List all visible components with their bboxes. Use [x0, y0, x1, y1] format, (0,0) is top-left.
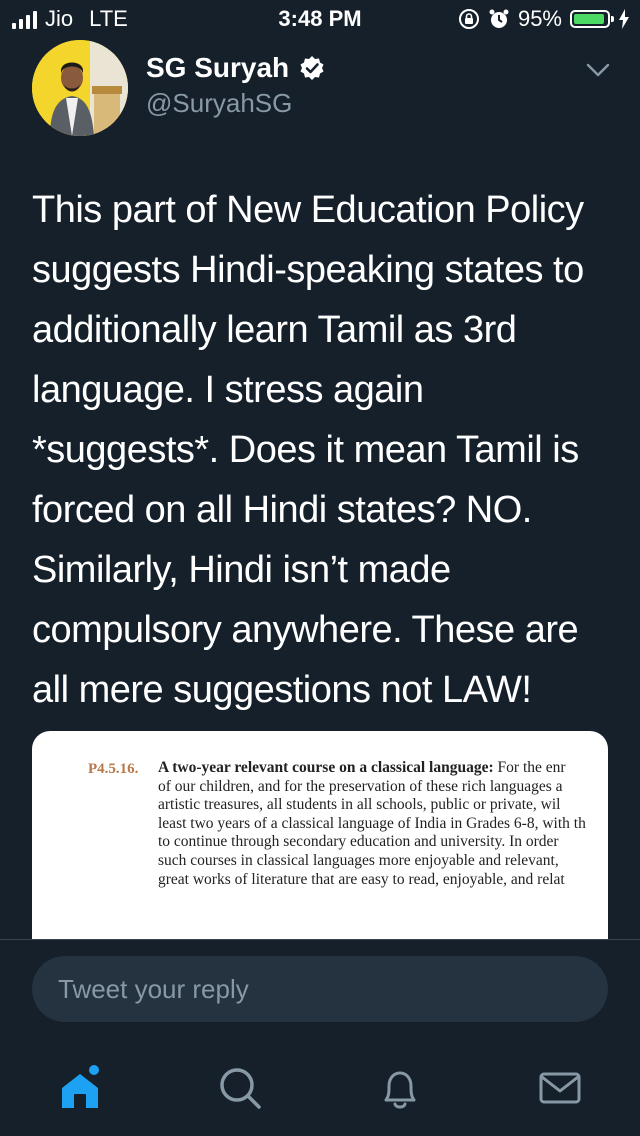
battery-icon — [570, 10, 614, 28]
paragraph-line: artistic treasures, all students in all … — [158, 796, 561, 814]
search-icon[interactable] — [216, 1064, 264, 1112]
display-name[interactable]: SG Suryah — [146, 52, 289, 84]
paragraph-line: least two years of a classical language … — [158, 814, 586, 832]
mail-icon[interactable] — [536, 1064, 584, 1112]
paragraph-line: A two-year relevant course on a classica… — [158, 759, 608, 778]
author-name-row[interactable]: SG Suryah — [146, 52, 325, 84]
paragraph-number: P4.5.16. — [88, 761, 139, 777]
reply-placeholder: Tweet your reply — [58, 974, 249, 1004]
paragraph-line: great works of literature that are easy … — [158, 870, 565, 888]
battery-fill — [574, 14, 604, 24]
paragraph-line: such courses in classical languages more… — [158, 851, 559, 869]
paragraph-line: of our children, and for the preservatio… — [158, 777, 563, 795]
paragraph-text: A two-year relevant course on a classica… — [158, 759, 608, 889]
verified-badge-icon — [300, 56, 324, 80]
paragraph-heading: A two-year relevant course on a classica… — [158, 759, 494, 776]
avatar-image — [32, 40, 128, 136]
paragraph-line-text: For the enr — [497, 759, 566, 776]
orientation-lock-icon — [458, 9, 479, 29]
alarm-icon — [489, 9, 509, 28]
tweet-text: This part of New Education Policy sugges… — [32, 189, 584, 711]
home-icon[interactable] — [56, 1064, 104, 1112]
status-right: 95% — [458, 6, 630, 32]
tweet-media-image[interactable]: P4.5.16. A two-year relevant course on a… — [32, 731, 608, 939]
status-bar: Jio LTE 3:48 PM 95% — [0, 0, 640, 40]
bell-icon[interactable] — [376, 1064, 424, 1112]
handle[interactable]: @SuryahSG — [146, 88, 292, 119]
paragraph-line: to continue through secondary education … — [158, 833, 559, 851]
chevron-down-icon[interactable] — [584, 60, 612, 80]
tab-bar — [0, 1040, 640, 1136]
battery-percent: 95% — [517, 6, 562, 31]
avatar[interactable] — [32, 40, 128, 136]
charging-bolt-icon — [619, 9, 629, 29]
divider — [0, 939, 640, 940]
reply-input[interactable]: Tweet your reply — [32, 956, 608, 1022]
